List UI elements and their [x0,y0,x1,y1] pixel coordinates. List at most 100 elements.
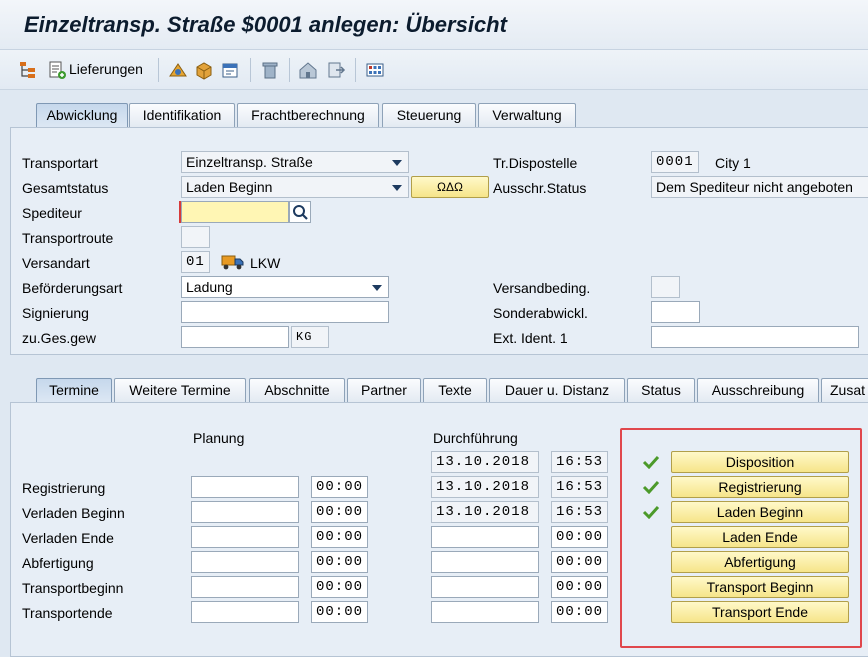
label-versandart: Versandart [22,255,90,271]
plan-date-input[interactable] [191,601,299,623]
tab-frachtberechnung[interactable]: Frachtberechnung [237,103,379,127]
transportart-value: Einzeltransp. Straße [186,154,313,170]
label-sonderabwickl: Sonderabwickl. [493,305,588,321]
exec-date-input[interactable]: 13.10.2018 [431,501,539,523]
application-toolbar: Lieferungen [0,50,868,90]
export-icon[interactable] [326,60,346,80]
compare-icon[interactable] [168,60,188,80]
ausschr-status-field[interactable]: Dem Spediteur nicht angeboten [651,176,868,198]
exec-date-input[interactable] [431,601,539,623]
tab-termine[interactable]: Termine [36,378,112,403]
exec-time-input[interactable]: 16:53 [551,501,608,523]
label-befoerderungsart: Beförderungsart [22,280,123,296]
befoerderungsart-dropdown[interactable]: Ladung [181,276,389,298]
row-label: Abfertigung [22,555,94,571]
tab-steuerung[interactable]: Steuerung [382,103,476,127]
label-transportroute: Transportroute [22,230,114,246]
dispostelle-text: City 1 [715,155,751,171]
disposition-date[interactable]: 13.10.2018 [431,451,539,473]
status-overview-button[interactable]: ΩΔΩ [411,176,489,198]
versandart-code[interactable]: 01 [181,251,210,273]
plan-time-input[interactable]: 00:00 [311,526,368,548]
plan-time-input[interactable]: 00:00 [311,576,368,598]
deliveries-icon[interactable] [47,60,67,80]
tab-partner[interactable]: Partner [347,378,421,402]
tab-identifikation[interactable]: Identifikation [129,103,235,127]
status-overview-label: ΩΔΩ [437,180,463,194]
tab-verwaltung[interactable]: Verwaltung [478,103,576,127]
transportart-dropdown[interactable]: Einzeltransp. Straße [181,151,409,173]
plan-date-input[interactable] [191,551,299,573]
label-ext-ident: Ext. Ident. 1 [493,330,568,346]
exec-date-input[interactable]: 13.10.2018 [431,476,539,498]
home-icon[interactable] [298,60,318,80]
tab-weitere-termine[interactable]: Weitere Termine [114,378,246,402]
plan-date-input[interactable] [191,476,299,498]
tab-abschnitte[interactable]: Abschnitte [249,378,345,402]
signierung-input[interactable] [181,301,389,323]
exec-time-input[interactable]: 00:00 [551,526,608,548]
truck-icon [221,255,244,270]
label-transportart: Transportart [22,155,98,171]
chevron-down-icon [392,160,402,166]
ext-ident-input[interactable] [651,326,859,348]
spediteur-input[interactable] [181,201,289,223]
disposition-time[interactable]: 16:53 [551,451,608,473]
versandbeding-input[interactable] [651,276,680,298]
plan-date-input[interactable] [191,576,299,598]
transportroute-input[interactable] [181,226,210,248]
planung-header: Planung [193,430,245,446]
search-icon [293,205,308,220]
plan-time-input[interactable]: 00:00 [311,601,368,623]
sonderabwickl-input[interactable] [651,301,700,323]
row-label: Transportbeginn [22,580,124,596]
durchfuehrung-header: Durchführung [433,430,518,446]
exec-time-input[interactable]: 16:53 [551,476,608,498]
tab-texte[interactable]: Texte [423,378,487,402]
page-title: Einzeltransp. Straße $0001 anlegen: Über… [24,12,507,37]
exec-date-input[interactable] [431,551,539,573]
gesamtstatus-value: Laden Beginn [186,179,273,195]
search-help-button[interactable] [289,201,311,223]
grid-icon[interactable] [365,60,385,80]
label-tr-dispostelle: Tr.Dispostelle [493,155,578,171]
tab-zusatz[interactable]: Zusat [821,378,868,402]
row-label: Verladen Ende [22,530,114,546]
exec-time-input[interactable]: 00:00 [551,551,608,573]
package-icon[interactable] [194,60,214,80]
exec-time-input[interactable]: 00:00 [551,601,608,623]
dispostelle-code[interactable]: 0001 [651,151,699,173]
toolbar-separator [289,58,290,82]
exec-time-input[interactable]: 00:00 [551,576,608,598]
label-ausschr-status: Ausschr.Status [493,180,587,196]
deliveries-button[interactable]: Lieferungen [69,61,143,77]
plan-time-input[interactable]: 00:00 [311,501,368,523]
exec-date-input[interactable] [431,526,539,548]
label-gesamtstatus: Gesamtstatus [22,180,109,196]
schedule-icon[interactable] [221,60,241,80]
label-signierung: Signierung [22,305,89,321]
highlight-frame [620,428,862,648]
tab-dauer-distanz[interactable]: Dauer u. Distanz [489,378,625,402]
exec-date-input[interactable] [431,576,539,598]
versandart-text: LKW [250,255,281,271]
hierarchy-icon[interactable] [18,60,38,80]
chevron-down-icon [372,285,382,291]
plan-date-input[interactable] [191,501,299,523]
tab-ausschreibung[interactable]: Ausschreibung [697,378,819,402]
plan-date-input[interactable] [191,526,299,548]
tab-status[interactable]: Status [627,378,695,402]
weight-unit-field[interactable]: KG [291,326,329,348]
label-zu-ges-gew: zu.Ges.gew [22,330,96,346]
toolbar-separator [158,58,159,82]
gesamtstatus-dropdown[interactable]: Laden Beginn [181,176,409,198]
gesamtgewicht-input[interactable] [181,326,289,348]
label-versandbeding: Versandbeding. [493,280,591,296]
row-label: Transportende [22,605,113,621]
toolbar-separator [250,58,251,82]
tab-abwicklung[interactable]: Abwicklung [36,103,128,128]
plan-time-input[interactable]: 00:00 [311,551,368,573]
delete-icon[interactable] [260,60,280,80]
plan-time-input[interactable]: 00:00 [311,476,368,498]
toolbar-separator [355,58,356,82]
